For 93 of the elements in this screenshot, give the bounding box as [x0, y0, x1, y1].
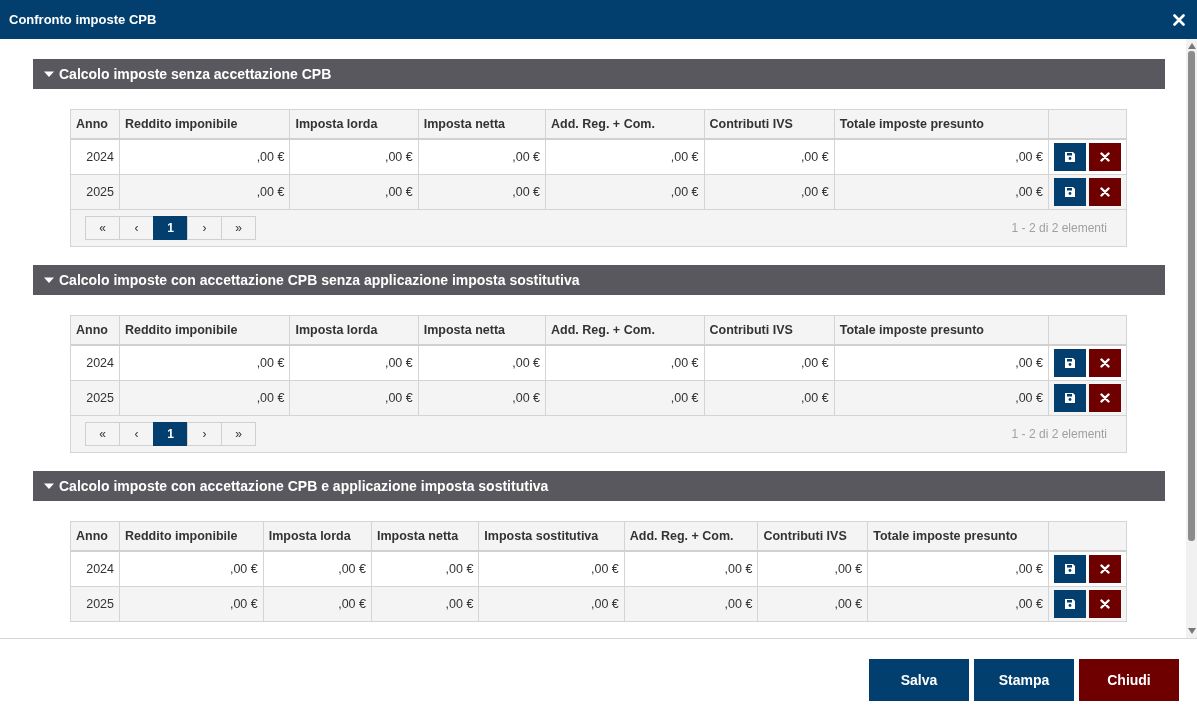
- column-header: Imposta netta: [371, 522, 479, 551]
- table-cell: 2025: [71, 586, 120, 621]
- column-header: Add. Reg. + Com.: [624, 522, 758, 551]
- column-header: Reddito imponibile: [119, 316, 290, 345]
- caret-down-icon: [44, 275, 54, 285]
- table-cell: ,00 €: [289, 174, 419, 209]
- column-header: Totale imposte presunto: [834, 316, 1049, 345]
- close-icon: [1100, 187, 1110, 197]
- table-cell: ,00 €: [263, 586, 372, 621]
- save-button[interactable]: [1054, 349, 1086, 377]
- scrollbar[interactable]: [1186, 39, 1197, 638]
- next-page-button[interactable]: ›: [187, 422, 222, 446]
- delete-button[interactable]: [1089, 590, 1121, 618]
- last-page-button[interactable]: »: [221, 216, 256, 240]
- footer-button[interactable]: Salva: [869, 658, 969, 701]
- section-header[interactable]: Calcolo imposte con accettazione CPB senza applicazione imposta sostitutiva: [33, 265, 1165, 295]
- section-header[interactable]: Calcolo imposte con accettazione CPB e applicazione imposta sostitutiva: [33, 471, 1165, 501]
- close-icon: [1173, 13, 1185, 26]
- table-cell: ,00 €: [704, 174, 835, 209]
- save-button[interactable]: [1054, 143, 1086, 171]
- pager-summary: 1 - 2 di 2 elementi: [1011, 427, 1107, 441]
- close-icon: [1100, 152, 1110, 162]
- caret-down-icon: [44, 69, 54, 79]
- column-header: Anno: [71, 110, 120, 139]
- caret-down-icon: [44, 481, 54, 491]
- table-cell: 2025: [71, 380, 120, 415]
- footer-button[interactable]: Stampa: [974, 658, 1074, 701]
- section-title: Calcolo imposte con accettazione CPB senza applicazione imposta sostitutiva: [59, 272, 580, 288]
- column-header: Imposta sostitutiva: [478, 522, 625, 551]
- table-cell: ,00 €: [289, 380, 419, 415]
- column-header: Anno: [71, 316, 120, 345]
- column-header: Anno: [71, 522, 120, 551]
- column-header: Totale imposte presunto: [867, 522, 1049, 551]
- delete-button[interactable]: [1089, 555, 1121, 583]
- column-header: Add. Reg. + Com.: [545, 110, 705, 139]
- table-cell: ,00 €: [834, 174, 1049, 209]
- column-header: Imposta netta: [418, 110, 546, 139]
- close-button[interactable]: [1173, 13, 1185, 26]
- scrollbar-thumb[interactable]: [1188, 51, 1195, 541]
- table-cell: 2025: [71, 174, 120, 209]
- save-button[interactable]: [1054, 590, 1086, 618]
- save-button[interactable]: [1054, 555, 1086, 583]
- column-header: Imposta lorda: [289, 110, 419, 139]
- table-cell: ,00 €: [418, 380, 546, 415]
- table-cell: ,00 €: [418, 174, 546, 209]
- previous-page-button[interactable]: ‹: [119, 422, 154, 446]
- table-cell: ,00 €: [478, 586, 625, 621]
- table-cell: ,00 €: [834, 380, 1049, 415]
- save-button[interactable]: [1054, 178, 1086, 206]
- next-page-button[interactable]: ›: [187, 216, 222, 240]
- close-icon: [1100, 564, 1110, 574]
- section-header[interactable]: Calcolo imposte senza accettazione CPB: [33, 59, 1165, 89]
- previous-page-button[interactable]: ‹: [119, 216, 154, 240]
- close-icon: [1100, 393, 1110, 403]
- scroll-up-icon: [1187, 43, 1196, 49]
- column-header: Contributi IVS: [704, 316, 835, 345]
- column-header: Imposta lorda: [289, 316, 419, 345]
- first-page-button[interactable]: «: [85, 422, 120, 446]
- close-icon: [1100, 599, 1110, 609]
- table-cell: ,00 €: [119, 174, 290, 209]
- delete-button[interactable]: [1089, 178, 1121, 206]
- section-title: Calcolo imposte senza accettazione CPB: [59, 66, 332, 82]
- window-title: Confronto imposte CPB: [9, 12, 157, 27]
- scroll-down-icon: [1187, 628, 1196, 634]
- table-cell: ,00 €: [545, 380, 705, 415]
- first-page-button[interactable]: «: [85, 216, 120, 240]
- page-button[interactable]: 1: [153, 216, 188, 240]
- table-cell: ,00 €: [545, 174, 705, 209]
- section-title: Calcolo imposte con accettazione CPB e applicazione imposta sostitutiva: [59, 478, 549, 494]
- page-button[interactable]: 1: [153, 422, 188, 446]
- column-header: Reddito imponibile: [119, 110, 290, 139]
- column-header: Imposta netta: [418, 316, 546, 345]
- column-header: Reddito imponibile: [119, 522, 264, 551]
- column-header: Imposta lorda: [263, 522, 372, 551]
- column-header: Contributi IVS: [704, 110, 835, 139]
- table-cell: ,00 €: [704, 380, 835, 415]
- column-header: Contributi IVS: [757, 522, 868, 551]
- table-cell: ,00 €: [757, 586, 868, 621]
- column-header: Add. Reg. + Com.: [545, 316, 705, 345]
- delete-button[interactable]: [1089, 384, 1121, 412]
- delete-button[interactable]: [1089, 143, 1121, 171]
- table-cell: ,00 €: [624, 586, 758, 621]
- delete-button[interactable]: [1089, 349, 1121, 377]
- table-cell: ,00 €: [371, 586, 479, 621]
- table-cell: ,00 €: [119, 586, 264, 621]
- table-cell: ,00 €: [119, 380, 290, 415]
- table-cell: ,00 €: [867, 586, 1049, 621]
- last-page-button[interactable]: »: [221, 422, 256, 446]
- close-icon: [1100, 358, 1110, 368]
- column-header: Totale imposte presunto: [834, 110, 1049, 139]
- pager-summary: 1 - 2 di 2 elementi: [1011, 221, 1107, 235]
- save-button[interactable]: [1054, 384, 1086, 412]
- footer-button[interactable]: Chiudi: [1079, 658, 1179, 701]
